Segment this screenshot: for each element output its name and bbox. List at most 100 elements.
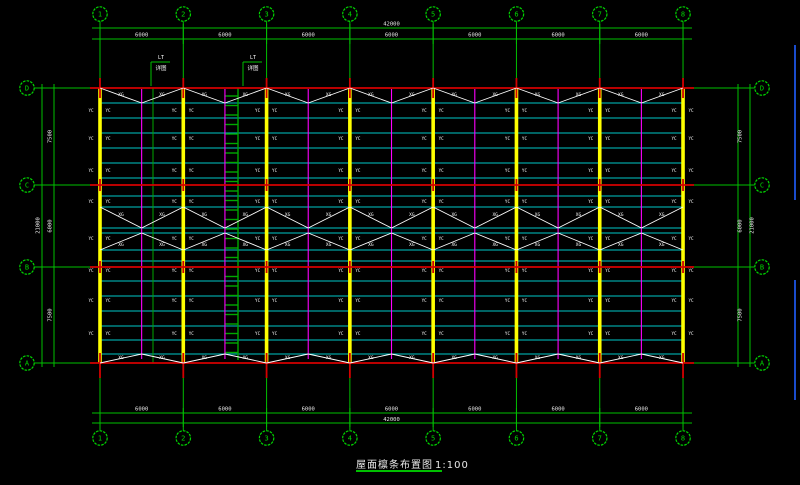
purlin-tag: YC (105, 331, 111, 336)
brace-label: XG (202, 212, 208, 218)
dim-text-right-span: 7500 (738, 130, 744, 143)
brace-label: XG (159, 212, 165, 218)
purlin-tag: YC (422, 136, 428, 141)
purlin-tag: YC (588, 298, 594, 303)
axis-bubble-label: 4 (348, 10, 352, 18)
purlin-tag: YC (88, 136, 94, 141)
brace-label: XG (409, 242, 415, 248)
axis-bubble-label: 3 (264, 10, 268, 18)
purlin-tag: YC (255, 298, 261, 303)
brace-label: XG (409, 212, 415, 218)
brace-label: XG (535, 242, 541, 248)
brace-label: XG (326, 242, 332, 248)
purlin-tag: YC (338, 168, 344, 173)
brace-label: XG (618, 242, 624, 248)
brace-label: XG (409, 355, 415, 361)
purlin-tag: YC (689, 331, 695, 336)
purlin-tag: YC (189, 168, 195, 173)
purlin-tag: YC (272, 268, 278, 273)
purlin-tag: YC (88, 168, 94, 173)
brace-label: XG (243, 242, 249, 248)
brace-label: XG (118, 92, 124, 98)
brace-label: XG (535, 355, 541, 361)
axis-bubble-label: 7 (598, 434, 602, 442)
dim-text-bottom-bay: 6000 (218, 407, 231, 413)
purlin-tag: YC (355, 331, 361, 336)
purlin-tag: YC (588, 108, 594, 113)
purlin-tag: YC (105, 236, 111, 241)
dim-text-bottom-bay: 6000 (551, 407, 564, 413)
purlin-tag: YC (189, 236, 195, 241)
purlin-tag: YC (605, 199, 611, 204)
purlin-tag: YC (189, 108, 195, 113)
purlin-tag: YC (255, 199, 261, 204)
purlin-tag: YC (272, 168, 278, 173)
dim-text-bottom-bay: 6000 (468, 407, 481, 413)
axis-bubble-label: 2 (181, 10, 185, 18)
brace-label: XG (535, 92, 541, 98)
brace-label: XG (409, 92, 415, 98)
axis-bubble-label: 7 (598, 10, 602, 18)
purlin-tag: YC (505, 331, 511, 336)
purlin-tag: YC (522, 331, 528, 336)
purlin-tag: YC (172, 136, 178, 141)
dim-text-top-bay: 6000 (135, 33, 148, 39)
purlin-tag: YC (505, 268, 511, 273)
brace-label: XG (202, 355, 208, 361)
purlin-tag: YC (588, 168, 594, 173)
dim-text-bottom-bay: 6000 (135, 407, 148, 413)
purlin-tag: YC (338, 236, 344, 241)
axis-bubble-label: B (760, 263, 764, 271)
brace-label: XG (368, 242, 374, 248)
drawing-title: 屋面檩条布置图1:100 (356, 456, 469, 471)
purlin-tag: YC (672, 108, 678, 113)
brace-label: XG (159, 92, 165, 98)
dim-text-top-bay: 6000 (218, 33, 231, 39)
dim-text-bottom-total: 42000 (383, 417, 400, 423)
dim-text-bottom-bay: 6000 (385, 407, 398, 413)
brace-label: XG (285, 212, 291, 218)
purlin-tag: YC (105, 268, 111, 273)
axis-bubble-label: 6 (514, 10, 518, 18)
brace-label: XG (576, 355, 582, 361)
brace-label: XG (618, 355, 624, 361)
brace-label: XG (492, 242, 498, 248)
dim-text-right-span: 6000 (738, 219, 744, 232)
dim-text-left-span: 7500 (48, 130, 54, 143)
purlin-tag: YC (672, 268, 678, 273)
purlin-tag: YC (105, 199, 111, 204)
purlin-tag: YC (355, 268, 361, 273)
purlin-tag: YC (105, 298, 111, 303)
dim-text-top-bay: 6000 (385, 33, 398, 39)
purlin-tag: YC (88, 331, 94, 336)
purlin-tag: YC (272, 136, 278, 141)
purlin-tag: YC (338, 331, 344, 336)
purlin-tag: YC (422, 298, 428, 303)
purlin-tag: YC (338, 199, 344, 204)
dim-text-bottom-bay: 6000 (302, 407, 315, 413)
purlin-tag: YC (522, 136, 528, 141)
dim-text-right-span: 7500 (738, 308, 744, 321)
purlin-tag: YC (672, 168, 678, 173)
purlin-tag: YC (105, 168, 111, 173)
purlin-tag: YC (338, 268, 344, 273)
purlin-tag: YC (172, 236, 178, 241)
purlin-tag: YC (672, 331, 678, 336)
axis-bubble-label: A (25, 359, 30, 367)
purlin-tag: YC (522, 108, 528, 113)
brace-label: XG (535, 212, 541, 218)
purlin-tag: YC (88, 108, 94, 113)
purlin-tag: YC (439, 268, 445, 273)
purlin-tag: YC (355, 199, 361, 204)
purlin-tag: YC (439, 136, 445, 141)
brace-label: XG (118, 242, 124, 248)
purlin-tag: YC (422, 108, 428, 113)
purlin-tag: YC (272, 108, 278, 113)
purlin-tag: YC (505, 136, 511, 141)
brace-label: XG (659, 355, 665, 361)
dim-text-left-span: 7500 (48, 308, 54, 321)
purlin-tag: YC (605, 136, 611, 141)
purlin-tag: YC (439, 298, 445, 303)
brace-label: XG (576, 242, 582, 248)
axis-bubble-label: 4 (348, 434, 352, 442)
